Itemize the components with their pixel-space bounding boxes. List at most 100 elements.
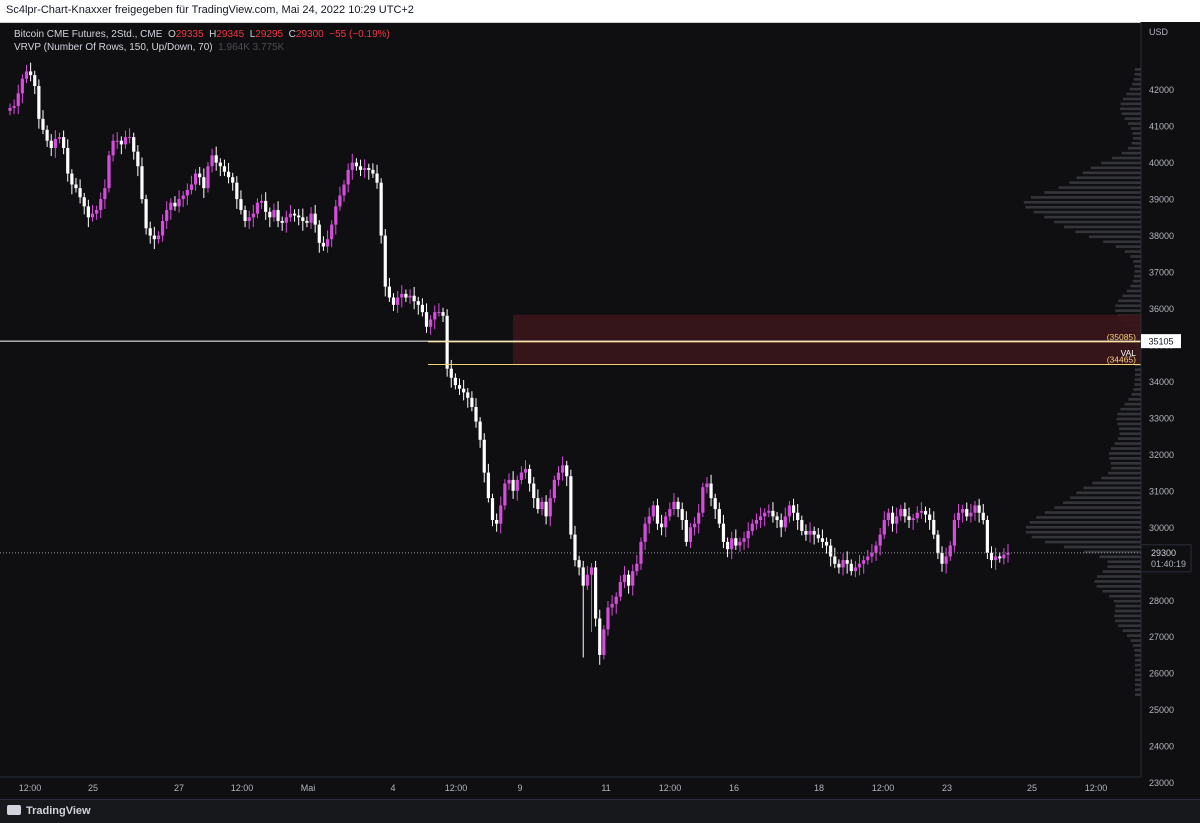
volume-profile-bar [1119, 427, 1141, 431]
time-tick-label: 12:00 [19, 783, 42, 793]
candle-body [692, 523, 697, 528]
candle-body [948, 545, 952, 557]
open-value: 29335 [175, 29, 204, 40]
candle-body [313, 213, 317, 225]
volume-profile-bar [1115, 304, 1141, 308]
candle-body [684, 520, 688, 542]
candle-body [317, 224, 321, 243]
volume-profile-bar [1109, 457, 1141, 460]
candle-body [499, 505, 503, 524]
candle-body [800, 520, 804, 531]
candle-body [631, 571, 635, 586]
candle-body [363, 168, 367, 170]
candle-body [309, 213, 313, 223]
time-tick-label: 12:00 [1085, 783, 1108, 793]
candle-body [99, 199, 103, 211]
price-tick-label: 30000 [1149, 523, 1174, 533]
volume-profile-bar [1102, 589, 1141, 593]
candle-body [754, 520, 759, 524]
candle-body [457, 385, 462, 389]
candle-body [354, 162, 359, 167]
candle-body [544, 501, 548, 517]
candlestick-chart[interactable]: 2300024000250002600027000280002900030000… [0, 22, 1200, 799]
candle-body [95, 210, 99, 214]
volume-profile-bar [1117, 412, 1141, 416]
volume-profile-bar [1096, 585, 1141, 588]
candle-body [614, 596, 618, 604]
volume-profile-bar [1031, 535, 1141, 539]
candle-body [523, 468, 528, 473]
candle-body [243, 210, 247, 221]
candle-body [404, 293, 408, 298]
volume-profile-bar [1094, 580, 1141, 583]
volume-profile-bar [1135, 688, 1141, 692]
volume-profile-bar [1118, 624, 1141, 628]
candle-body [53, 138, 57, 149]
candle-body [841, 560, 845, 568]
candle-body [169, 202, 173, 211]
candle-body [622, 574, 627, 583]
time-tick-label: 23 [942, 783, 952, 793]
volume-profile-bar [1121, 112, 1141, 116]
price-axis[interactable] [1141, 22, 1200, 777]
candle-body [37, 86, 41, 119]
volume-profile-bar [1107, 560, 1141, 564]
volume-profile-bar [1128, 122, 1141, 125]
candle-body [264, 200, 268, 212]
candle-body [132, 137, 136, 152]
candle-body [82, 197, 86, 207]
time-axis[interactable] [0, 777, 1141, 799]
tradingview-logo[interactable]: TradingView [7, 805, 91, 817]
candle-body [218, 162, 222, 167]
volume-profile-bar [1133, 388, 1141, 391]
volume-profile-bar [1120, 107, 1141, 111]
candle-body [441, 312, 445, 316]
volume-profile-bar [1129, 87, 1141, 91]
symbol-line: Bitcoin CME Futures, 2Std., CME O29335 H… [14, 29, 390, 40]
high-value: 29345 [216, 29, 245, 40]
candle-body [305, 220, 309, 223]
footer-bar: TradingView [0, 799, 1200, 823]
volume-profile-bar [1088, 235, 1141, 239]
candle-body [581, 567, 585, 586]
candle-body [478, 421, 482, 440]
candle-body [379, 182, 383, 236]
time-tick-label: 18 [814, 783, 824, 793]
volume-profile-bar [1134, 274, 1141, 278]
volume-profile-bar [1076, 491, 1141, 495]
candle-body [375, 173, 379, 183]
candle-body [701, 487, 705, 513]
share-header-text: Sc4lpr-Chart-Knaxxer freigegeben für Tra… [6, 4, 414, 16]
volume-profile-bar [1134, 653, 1141, 657]
chart-area[interactable]: 2300024000250002600027000280002900030000… [0, 22, 1200, 799]
candle-body [136, 151, 140, 167]
candle-body [540, 501, 544, 510]
candle-body [202, 177, 206, 189]
volume-profile-bar [1025, 530, 1141, 534]
candle-body [643, 523, 647, 542]
candle-body [528, 468, 532, 484]
volume-profile-bar [1117, 299, 1141, 303]
candle-body [804, 530, 808, 535]
volume-profile-bar [1025, 205, 1141, 209]
candle-body [342, 184, 346, 196]
candle-body [206, 166, 210, 189]
candle-body [507, 479, 511, 484]
volume-profile-bar [1132, 132, 1141, 135]
candle-body [866, 556, 870, 561]
candle-body [750, 523, 754, 531]
candle-body [824, 541, 829, 546]
volume-profile-bar [1115, 309, 1141, 312]
level-label-35085: (35085) [1107, 332, 1136, 342]
indicator-name[interactable]: VRVP (Number Of Rows, 150, Up/Down, 70) [14, 42, 213, 53]
candle-body [111, 140, 115, 156]
candle-body [899, 509, 903, 517]
volume-profile-bar [1117, 422, 1141, 426]
candle-body [944, 556, 948, 564]
volume-profile-bar [1130, 639, 1141, 642]
level-label-34465: (34465) [1107, 354, 1136, 364]
volume-profile-bar [1121, 151, 1141, 155]
symbol-name[interactable]: Bitcoin CME Futures, 2Std., CME [14, 29, 162, 40]
candle-body [503, 483, 507, 506]
candle-body [791, 505, 796, 513]
